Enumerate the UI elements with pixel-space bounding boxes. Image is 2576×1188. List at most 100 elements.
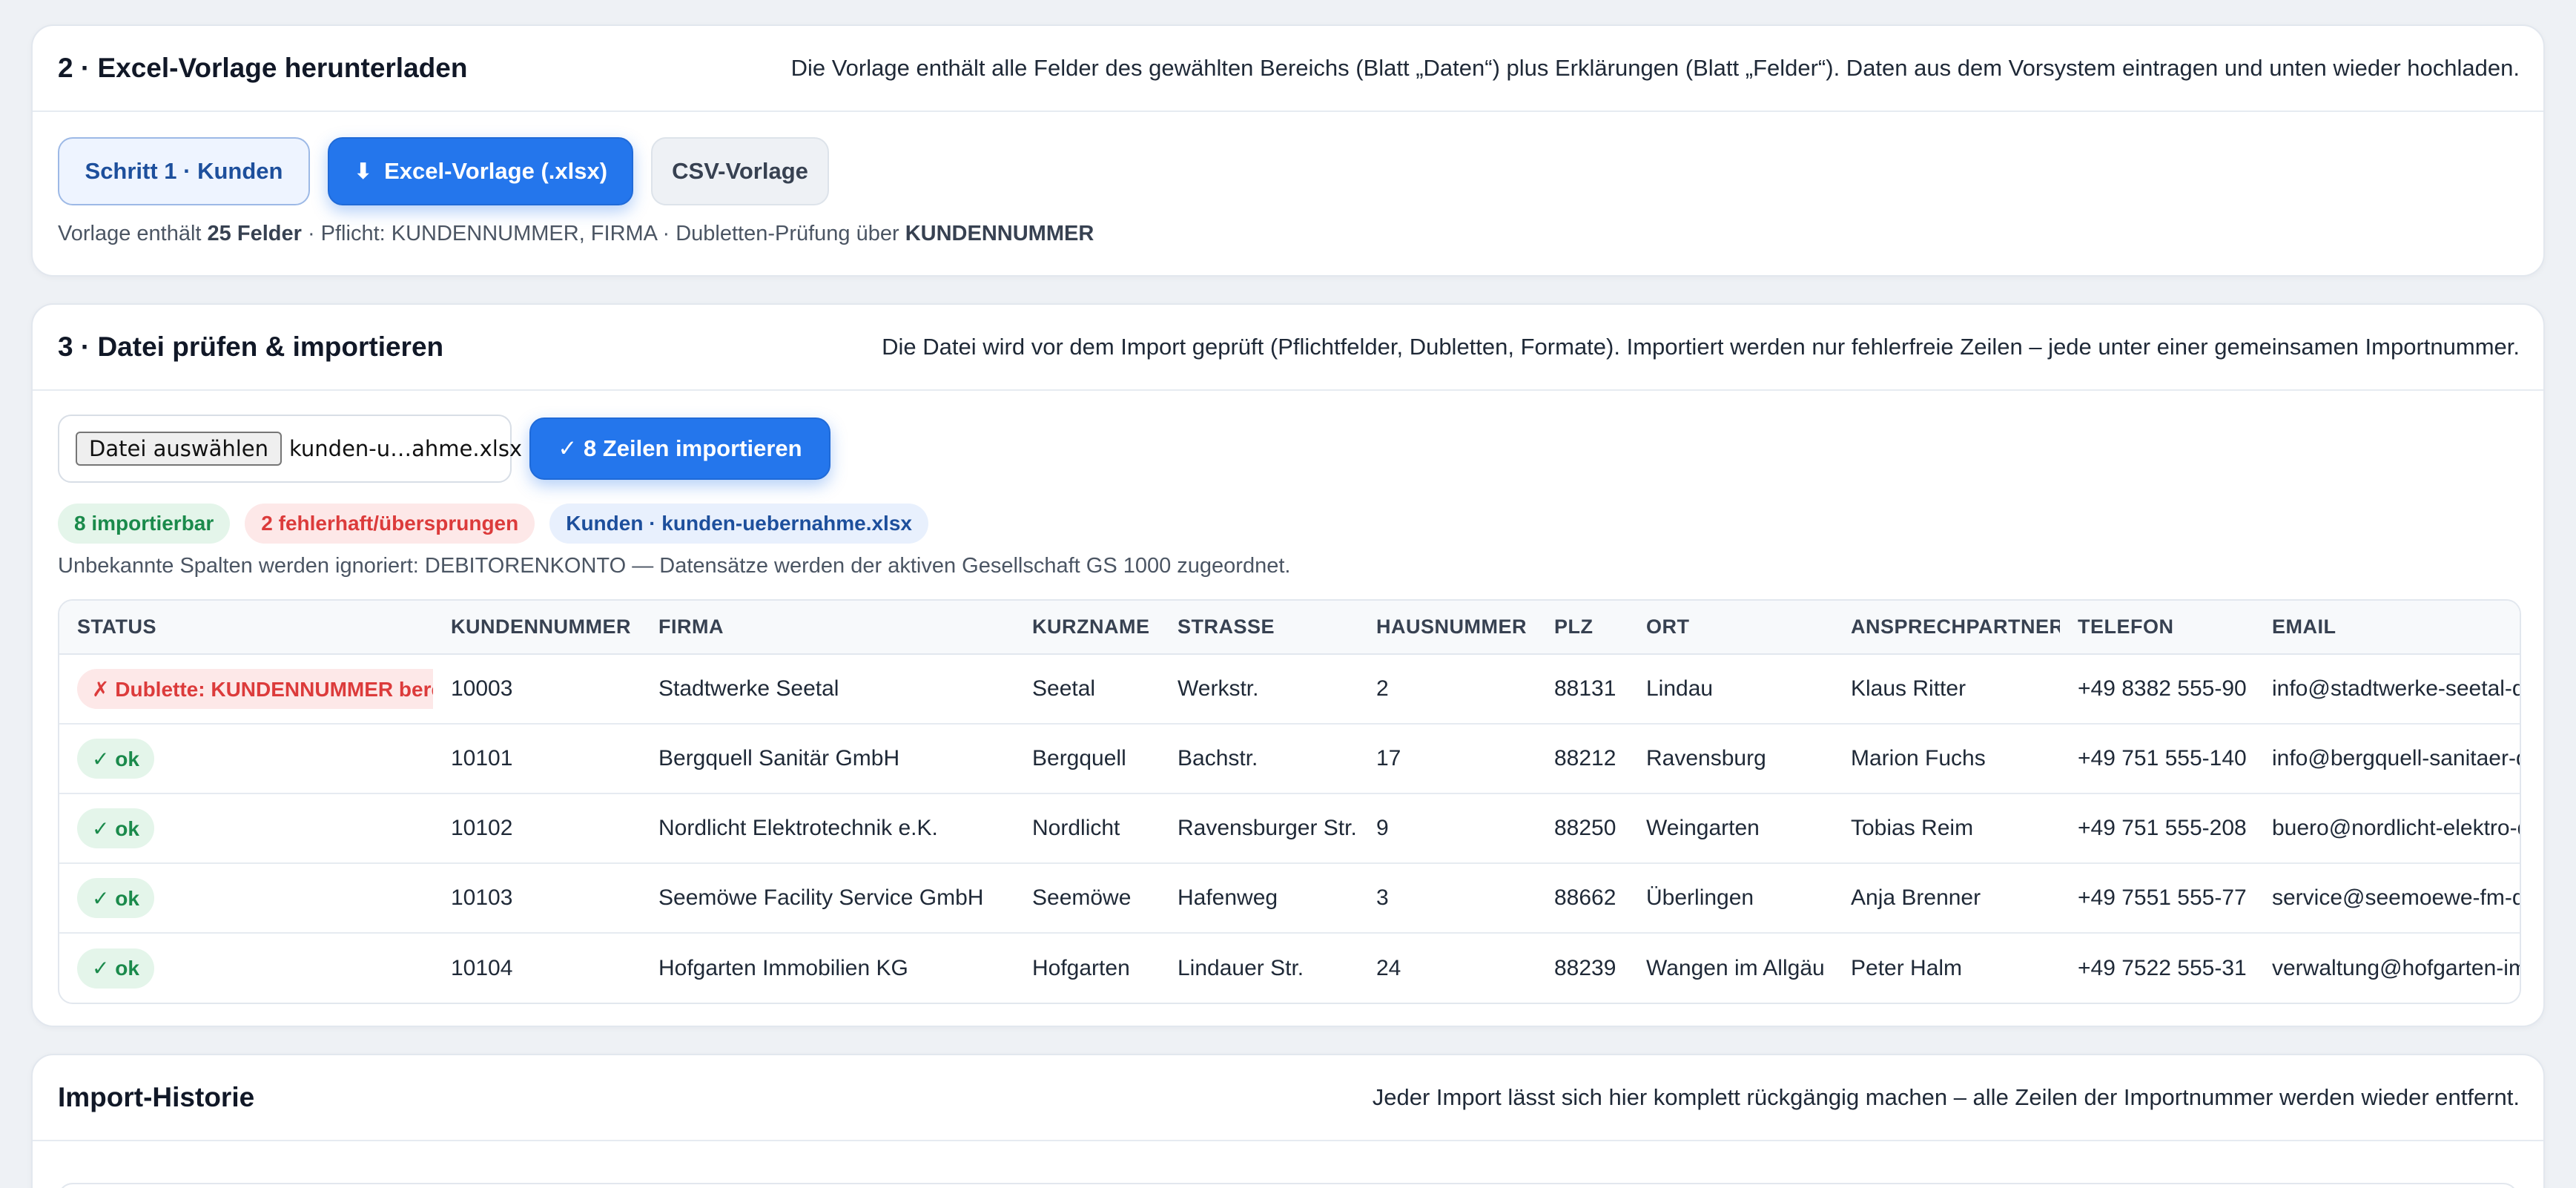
table-cell: Werkstr. — [1160, 654, 1358, 725]
excel-template-button[interactable]: ⬇ Excel-Vorlage (.xlsx) — [328, 137, 633, 205]
status-badge: ✗ Dublette: KUNDENNUMMER bereits vorhand… — [77, 669, 433, 709]
file-input[interactable]: Datei auswählen kunden-u…ahme.xlsx — [58, 415, 522, 483]
table-cell: 10102 — [433, 793, 641, 864]
table-cell: buero@nordlicht-elektro-de — [2254, 793, 2520, 864]
table-cell: info@stadtwerke-seetal-de — [2254, 654, 2520, 725]
table-cell: Bachstr. — [1160, 724, 1358, 794]
table-cell: Wangen im Allgäu — [1646, 955, 1825, 980]
csv-template-button[interactable]: CSV-Vorlage — [651, 137, 829, 205]
excel-template-label: Excel-Vorlage (.xlsx) — [384, 158, 608, 184]
table-cell: Hofgarten — [1032, 955, 1130, 980]
table-cell: 2 — [1358, 654, 1536, 725]
table-row: ✗ Dublette: KUNDENNUMMER bereits vorhand… — [59, 654, 2520, 725]
table-cell: Seetal — [1014, 654, 1160, 725]
import-rows-button[interactable]: ✓ 8 Zeilen importieren — [529, 418, 830, 480]
column-header: ANSPRECHPARTNER — [1833, 601, 2060, 655]
table-cell: 88131 — [1536, 654, 1628, 725]
status-badge: ✓ ok — [77, 739, 154, 779]
table-cell: info@bergquell-sanitaer-de — [2254, 724, 2520, 794]
source-file-badge: Kunden · kunden-uebernahme.xlsx — [549, 504, 928, 544]
hint-prefix: Vorlage enthält — [58, 222, 208, 245]
card-description: Die Datei wird vor dem Import geprüft (P… — [882, 334, 2520, 360]
status-cell: ✓ ok — [59, 724, 433, 794]
table-cell: 88662 — [1536, 863, 1628, 934]
table-cell: Seemöwe Facility Service GmbH — [641, 863, 1014, 934]
table-cell: +49 751 555-140 — [2060, 724, 2254, 794]
column-header: PLZ — [1536, 601, 1628, 655]
column-header: STATUS — [59, 601, 433, 655]
table-cell: 3 — [1358, 863, 1536, 934]
choose-file-button[interactable]: Datei auswählen — [76, 432, 282, 466]
table-cell: Klaus Ritter — [1833, 654, 2060, 725]
column-header: EMAIL — [2254, 601, 2520, 655]
history-list — [58, 1183, 2518, 1188]
faulty-count-badge: 2 fehlerhaft/übersprungen — [245, 504, 535, 544]
table-cell: Lindauer Str. — [1178, 955, 1304, 980]
column-header: ORT — [1628, 601, 1833, 655]
table-cell: verwaltung@hofgarten-imm — [2272, 955, 2521, 980]
table-row: ✓ ok 10104 Hofgarten Immobilien KG Hofgarte… — [59, 933, 2521, 1003]
table-cell: Nordlicht — [1014, 793, 1160, 864]
card-title: Import-Historie — [58, 1082, 255, 1112]
table-cell: 17 — [1358, 724, 1536, 794]
table-cell: Stadtwerke Seetal — [641, 654, 1014, 725]
import-check-card: 3 · Datei prüfen & importieren Die Datei… — [31, 303, 2545, 1027]
card-header: Import-Historie Jeder Import lässt sich … — [33, 1055, 2543, 1141]
table-cell: +49 7551 555-77 — [2060, 863, 2254, 934]
status-badge: ✓ ok — [77, 948, 154, 989]
hint-dup-key: KUNDENNUMMER — [905, 222, 1094, 245]
card-header: 3 · Datei prüfen & importieren Die Datei… — [33, 305, 2543, 391]
table-cell: 88239 — [1554, 955, 1616, 980]
card-description: Die Vorlage enthält alle Felder des gewä… — [790, 55, 2520, 81]
table-header-row: STATUS KUNDENNUMMER FIRMA KURZNAME STRASSE HA… — [59, 601, 2520, 655]
import-history-card: Import-Historie Jeder Import lässt sich … — [31, 1054, 2545, 1188]
table-cell: 88250 — [1536, 793, 1628, 864]
table-cell: Lindau — [1628, 654, 1833, 725]
column-header: FIRMA — [641, 601, 1014, 655]
preview-table: STATUS KUNDENNUMMER FIRMA KURZNAME STRASSE HA… — [58, 599, 2521, 1004]
table-cell: 9 — [1358, 793, 1536, 864]
status-cell: ✓ ok — [59, 793, 433, 864]
card-title: 3 · Datei prüfen & importieren — [58, 331, 444, 362]
column-header: KUNDENNUMMER — [433, 601, 641, 655]
status-cell: ✗ Dublette: KUNDENNUMMER bereits vorhand… — [59, 654, 433, 725]
card-header: 2 · Excel-Vorlage herunterladen Die Vorl… — [33, 26, 2543, 112]
table-cell: Bergquell Sanitär GmbH — [641, 724, 1014, 794]
importable-count-badge: 8 importierbar — [58, 504, 231, 544]
table-cell: 24 — [1376, 955, 1401, 980]
table-cell: 10103 — [433, 863, 641, 934]
table-row: ✓ ok 10103 Seemöwe Facility Service GmbH Se… — [59, 863, 2520, 934]
card-title: 2 · Excel-Vorlage herunterladen — [58, 53, 468, 83]
step-kunden-button[interactable]: Schritt 1 · Kunden — [58, 137, 310, 205]
table-cell: +49 751 555-208 — [2060, 793, 2254, 864]
status-cell: ✓ ok — [59, 933, 433, 1003]
table-cell: 10104 — [451, 955, 513, 980]
table-cell: Peter Halm — [1851, 955, 1963, 980]
table-cell: +49 8382 555-90 — [2060, 654, 2254, 725]
table-cell: 88212 — [1536, 724, 1628, 794]
table-cell: Hafenweg — [1160, 863, 1358, 934]
table-cell: Marion Fuchs — [1833, 724, 2060, 794]
status-badge: ✓ ok — [77, 808, 154, 848]
hint-field-count: 25 Felder — [207, 222, 302, 245]
column-header: HAUSNUMMER — [1358, 601, 1536, 655]
hint-middle: · Pflicht: KUNDENNUMMER, FIRMA · Dublett… — [301, 222, 905, 245]
table-cell: Seemöwe — [1014, 863, 1160, 934]
table-cell: Hofgarten Immobilien KG — [658, 955, 908, 980]
table-cell: Anja Brenner — [1833, 863, 2060, 934]
column-header: TELEFON — [2060, 601, 2254, 655]
table-cell: Überlingen — [1628, 863, 1833, 934]
table-cell: Nordlicht Elektrotechnik e.K. — [641, 793, 1014, 864]
card-description: Jeder Import lässt sich hier komplett rü… — [1372, 1084, 2520, 1110]
status-badge: ✓ ok — [77, 878, 154, 918]
table-cell: service@seemoewe-fm-de — [2254, 863, 2520, 934]
table-cell: Ravensburger Str. — [1160, 793, 1358, 864]
table-row: ✓ ok 10102 Nordlicht Elektrotechnik e.K. No… — [59, 793, 2520, 864]
template-hint: Vorlage enthält 25 Felder · Pflicht: KUN… — [58, 222, 2518, 246]
table-cell: 10003 — [433, 654, 641, 725]
table-cell: Ravensburg — [1628, 724, 1833, 794]
table-cell: Weingarten — [1628, 793, 1833, 864]
download-icon: ⬇ — [353, 159, 373, 184]
template-download-card: 2 · Excel-Vorlage herunterladen Die Vorl… — [31, 24, 2545, 277]
table-cell: Bergquell — [1014, 724, 1160, 794]
